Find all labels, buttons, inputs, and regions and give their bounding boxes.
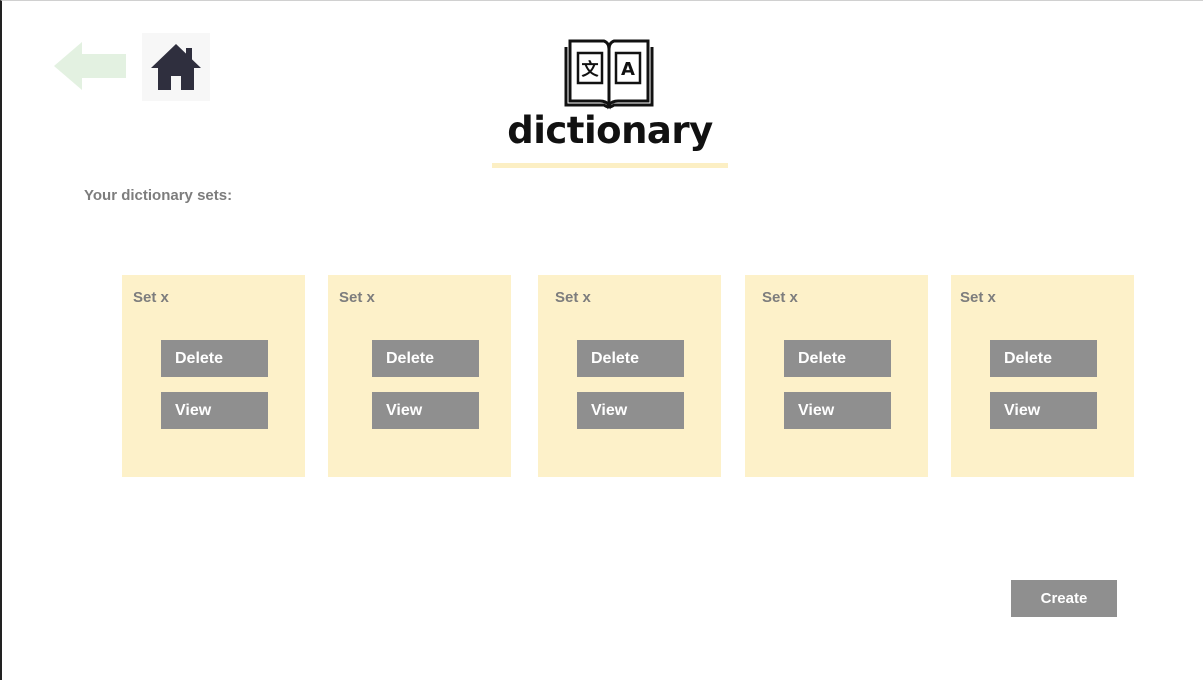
view-set-button[interactable]: View xyxy=(784,392,891,429)
left-arrow-icon xyxy=(54,42,126,90)
delete-set-button[interactable]: Delete xyxy=(990,340,1097,377)
view-set-button[interactable]: View xyxy=(577,392,684,429)
set-title: Set x xyxy=(960,289,996,306)
home-icon xyxy=(151,44,201,90)
view-set-button[interactable]: View xyxy=(372,392,479,429)
view-set-button[interactable]: View xyxy=(990,392,1097,429)
delete-set-button[interactable]: Delete xyxy=(577,340,684,377)
logo-glyph-left: 文 xyxy=(582,59,600,80)
set-card: Set x Delete View xyxy=(951,275,1134,477)
create-set-button[interactable]: Create xyxy=(1011,580,1117,617)
delete-set-button[interactable]: Delete xyxy=(372,340,479,377)
set-card: Set x Delete View xyxy=(538,275,721,477)
home-button[interactable] xyxy=(142,33,210,101)
delete-set-button[interactable]: Delete xyxy=(161,340,268,377)
logo-text: dictionary xyxy=(507,109,713,152)
translation-book-icon: 文 A xyxy=(564,39,654,110)
app-window: 文 A dictionary Your dictionary sets: Set… xyxy=(0,0,1203,680)
set-title: Set x xyxy=(133,289,169,306)
set-card: Set x Delete View xyxy=(328,275,511,477)
set-title: Set x xyxy=(762,289,798,306)
set-card: Set x Delete View xyxy=(122,275,305,477)
set-title: Set x xyxy=(339,289,375,306)
view-set-button[interactable]: View xyxy=(161,392,268,429)
set-card: Set x Delete View xyxy=(745,275,928,477)
set-title: Set x xyxy=(555,289,591,306)
sets-heading: Your dictionary sets: xyxy=(84,187,233,204)
app-logo: 文 A dictionary xyxy=(492,31,728,171)
logo-glyph-right: A xyxy=(621,59,635,80)
back-button[interactable] xyxy=(54,41,128,91)
delete-set-button[interactable]: Delete xyxy=(784,340,891,377)
logo-underline xyxy=(492,163,728,168)
